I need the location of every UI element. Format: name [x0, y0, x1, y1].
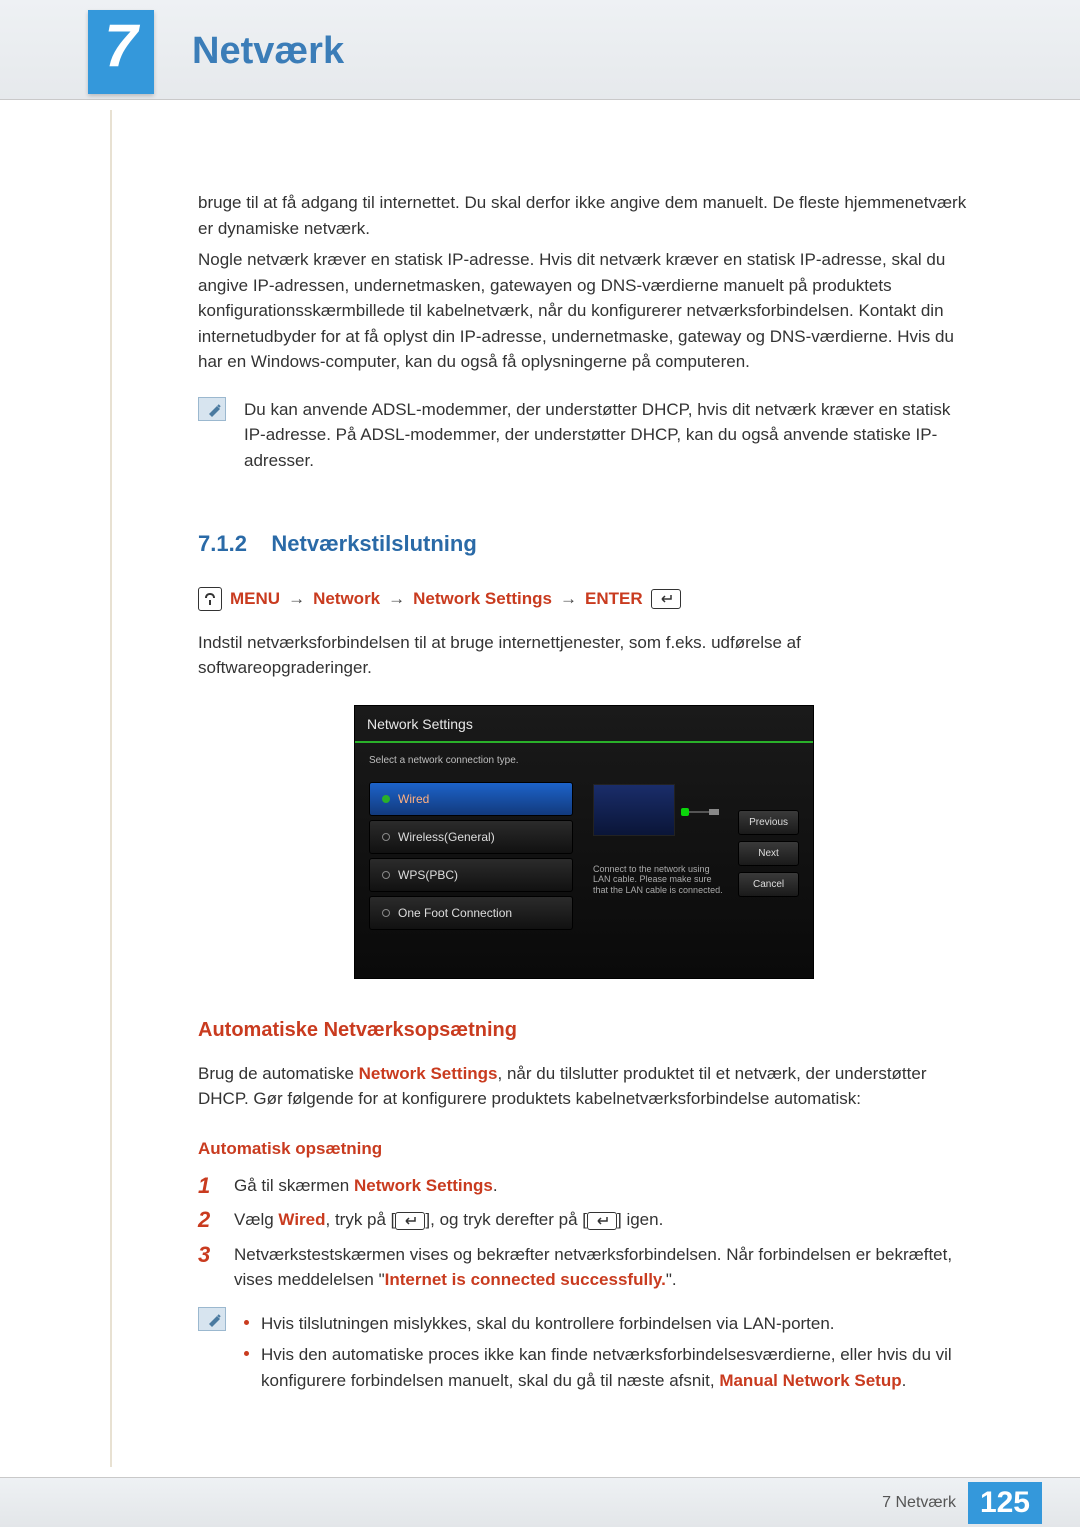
page-content: bruge til at få adgang til internettet. …	[0, 100, 1080, 1499]
text: .	[902, 1371, 907, 1390]
text: ], og tryk derefter på [	[425, 1210, 587, 1229]
step-number: 3	[198, 1242, 218, 1293]
radio-icon	[382, 833, 390, 841]
arrow-icon: →	[560, 586, 577, 612]
text: Vælg	[234, 1210, 278, 1229]
page-header: 7 Netværk	[0, 0, 1080, 100]
menu-remote-icon	[198, 587, 222, 611]
osd-right-hint: Connect to the network using LAN cable. …	[593, 864, 723, 896]
page-footer: 7 Netværk 125	[0, 1477, 1080, 1527]
wired-ref: Wired	[278, 1210, 325, 1229]
osd-figure: Network Settings Select a network connec…	[198, 705, 970, 979]
text: , tryk på [	[326, 1210, 396, 1229]
osd-option-list: Wired Wireless(General) WPS(PBC) One Foo…	[369, 782, 573, 934]
step-1: 1 Gå til skærmen Network Settings.	[198, 1173, 970, 1199]
osd-option-label: Wired	[398, 790, 429, 808]
auto-paragraph: Brug de automatiske Network Settings, nå…	[198, 1061, 970, 1112]
section-title: Netværkstilslutning	[271, 531, 476, 556]
note-block: Du kan anvende ADSL-modemmer, der unders…	[198, 397, 970, 474]
section-heading: 7.1.2 Netværkstilslutning	[198, 527, 970, 560]
osd-option-wired[interactable]: Wired	[369, 782, 573, 816]
osd-previous-button[interactable]: Previous	[738, 810, 799, 835]
section-number: 7.1.2	[198, 531, 247, 556]
osd-next-button[interactable]: Next	[738, 841, 799, 866]
note-icon	[198, 1307, 226, 1331]
step-body: Vælg Wired, tryk på [ ], og tryk derefter…	[234, 1207, 970, 1233]
osd-cancel-button[interactable]: Cancel	[738, 872, 799, 897]
network-settings-ref: Network Settings	[359, 1064, 498, 1083]
note-bullets: Hvis tilslutningen mislykkes, skal du ko…	[244, 1311, 970, 1400]
note-block-2: Hvis tilslutningen mislykkes, skal du ko…	[198, 1307, 970, 1400]
text: ".	[666, 1270, 677, 1289]
chapter-title: Netværk	[192, 30, 344, 73]
chapter-number: 7	[104, 16, 137, 76]
osd-preview-screen	[593, 784, 675, 836]
side-rule	[110, 110, 112, 1467]
osd-option-wps[interactable]: WPS(PBC)	[369, 858, 573, 892]
osd-option-label: One Foot Connection	[398, 904, 512, 922]
bullet-icon	[244, 1351, 249, 1356]
enter-icon	[395, 1212, 425, 1230]
menu-step-2: Network	[313, 586, 380, 612]
bullet-icon	[244, 1320, 249, 1325]
bullet-1: Hvis tilslutningen mislykkes, skal du ko…	[244, 1311, 970, 1337]
section-description: Indstil netværksforbindelsen til at brug…	[198, 630, 970, 681]
footer-chapter-label: 7 Netværk	[882, 1494, 956, 1512]
network-settings-ref: Network Settings	[354, 1176, 493, 1195]
menu-step-4: ENTER	[585, 586, 643, 612]
radio-selected-icon	[382, 795, 390, 803]
text: .	[493, 1176, 498, 1195]
step-3: 3 Netværkstestskærmen vises og bekræfter…	[198, 1242, 970, 1293]
text: Brug de automatiske	[198, 1064, 359, 1083]
text: ] igen.	[617, 1210, 663, 1229]
auto-heading: Automatiske Netværksopsætning	[198, 1015, 970, 1045]
osd-option-onefoot[interactable]: One Foot Connection	[369, 896, 573, 930]
step-2: 2 Vælg Wired, tryk på [ ], og tryk dereft…	[198, 1207, 970, 1233]
radio-icon	[382, 909, 390, 917]
osd-option-label: WPS(PBC)	[398, 866, 458, 884]
bullet-text: Hvis den automatiske proces ikke kan fin…	[261, 1342, 970, 1393]
radio-icon	[382, 871, 390, 879]
osd-title: Network Settings	[355, 706, 813, 743]
step-number: 1	[198, 1173, 218, 1199]
auto-sub-heading: Automatisk opsætning	[198, 1136, 970, 1162]
enter-icon	[651, 589, 681, 609]
step-body: Gå til skærmen Network Settings.	[234, 1173, 970, 1199]
osd-option-label: Wireless(General)	[398, 828, 495, 846]
success-message-ref: Internet is connected successfully.	[385, 1270, 666, 1289]
step-list: 1 Gå til skærmen Network Settings. 2 Væl…	[198, 1173, 970, 1293]
osd-window: Network Settings Select a network connec…	[354, 705, 814, 979]
arrow-icon: →	[388, 586, 405, 612]
osd-option-wireless[interactable]: Wireless(General)	[369, 820, 573, 854]
osd-button-group: Previous Next Cancel	[738, 810, 799, 897]
osd-cable-icon	[681, 808, 719, 816]
menu-step-1: MENU	[230, 586, 280, 612]
enter-icon	[587, 1212, 617, 1230]
bullet-2: Hvis den automatiske proces ikke kan fin…	[244, 1342, 970, 1393]
intro-paragraph-1: bruge til at få adgang til internettet. …	[198, 190, 970, 241]
step-body: Netværkstestskærmen vises og bekræfter n…	[234, 1242, 970, 1293]
menu-step-3: Network Settings	[413, 586, 552, 612]
chapter-badge: 7	[88, 10, 154, 94]
bullet-text: Hvis tilslutningen mislykkes, skal du ko…	[261, 1311, 835, 1337]
note-text: Du kan anvende ADSL-modemmer, der unders…	[244, 397, 970, 474]
text: Gå til skærmen	[234, 1176, 354, 1195]
page-number: 125	[968, 1482, 1042, 1524]
step-number: 2	[198, 1207, 218, 1233]
note-icon	[198, 397, 226, 421]
intro-paragraph-2: Nogle netværk kræver en statisk IP-adres…	[198, 247, 970, 375]
osd-subtitle: Select a network connection type.	[355, 743, 813, 782]
arrow-icon: →	[288, 586, 305, 612]
menu-path: MENU → Network → Network Settings → ENTE…	[198, 586, 970, 612]
manual-setup-ref: Manual Network Setup	[719, 1371, 901, 1390]
